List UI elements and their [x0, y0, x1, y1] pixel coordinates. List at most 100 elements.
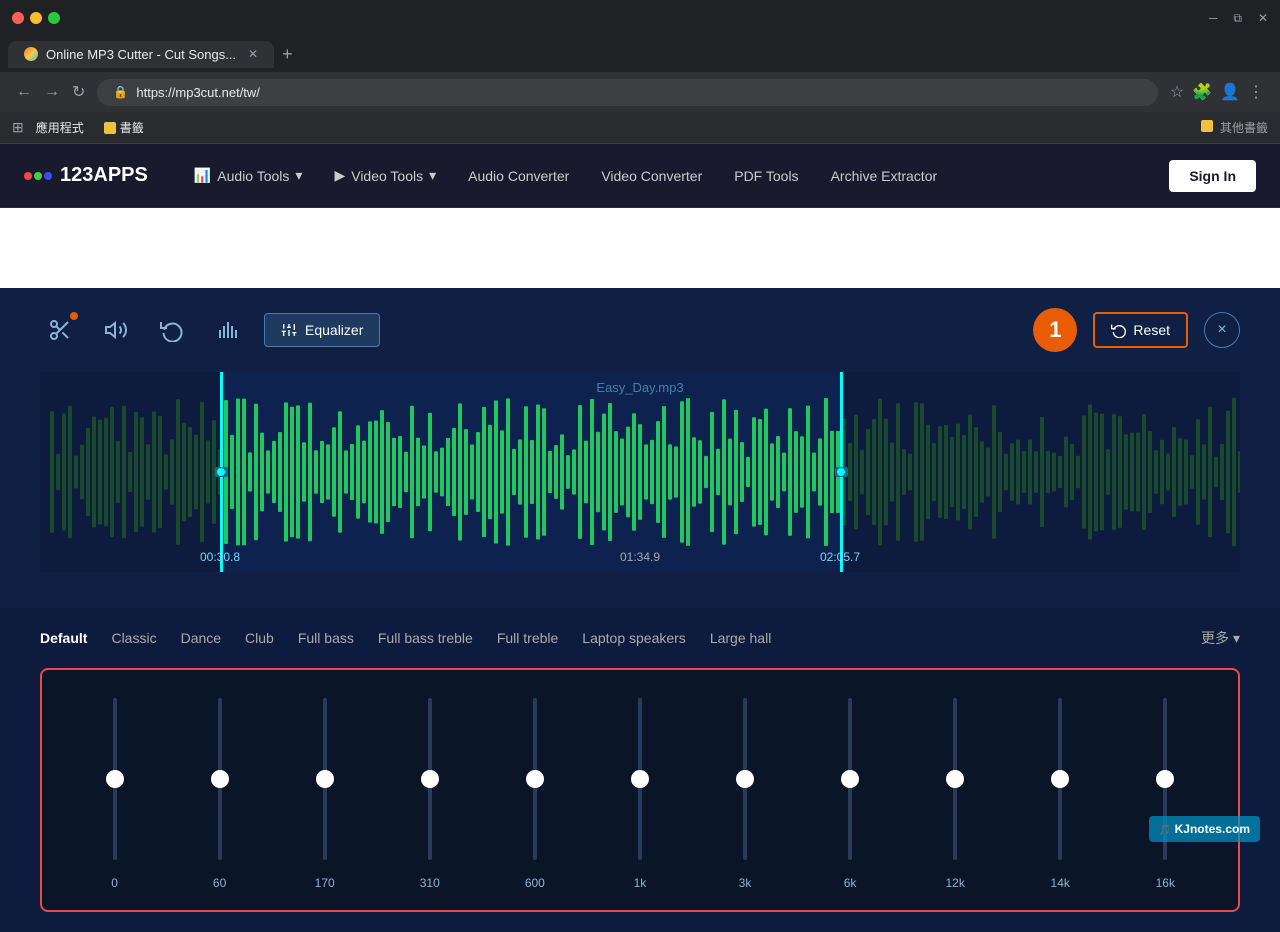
active-tab[interactable]: Online MP3 Cutter - Cut Songs... ✕: [8, 41, 274, 68]
nav-audio-tools[interactable]: 📊 Audio Tools ▾: [180, 159, 317, 192]
logo-dot-blue: [44, 172, 52, 180]
close-window-icon[interactable]: ✕: [1258, 11, 1268, 26]
logo-text: 123APPS: [60, 164, 148, 187]
sign-in-button[interactable]: Sign In: [1169, 160, 1256, 192]
nav-pdf-tools-label: PDF Tools: [734, 168, 798, 184]
visualizer-button[interactable]: [208, 310, 248, 350]
preset-full-treble[interactable]: Full treble: [497, 630, 558, 646]
eq-sliders-container: 0601703106001k3k6k12k14k16k: [40, 668, 1240, 912]
nav-audio-tools-label: Audio Tools: [217, 168, 289, 184]
bookmark-apps[interactable]: 應用程式: [28, 115, 92, 140]
center-time: 01:34.9: [620, 550, 660, 564]
cut-button[interactable]: [40, 310, 80, 350]
preset-club[interactable]: Club: [245, 630, 274, 646]
preset-large-hall[interactable]: Large hall: [710, 630, 772, 646]
menu-icon[interactable]: ⋮: [1248, 82, 1264, 102]
eq-band-16k: 16k: [1135, 690, 1195, 890]
left-time: 00:30.8: [200, 550, 240, 564]
reverse-button[interactable]: [152, 310, 192, 350]
step-number: 1: [1033, 308, 1077, 352]
refresh-button[interactable]: ↻: [72, 82, 85, 102]
preset-dance[interactable]: Dance: [181, 630, 221, 646]
minimize-dot[interactable]: [30, 12, 42, 24]
nav-video-converter[interactable]: Video Converter: [587, 160, 716, 192]
maximize-dot[interactable]: [48, 12, 60, 24]
eq-thumb-60[interactable]: [211, 770, 229, 788]
url-bar[interactable]: 🔒 https://mp3cut.net/tw/: [97, 79, 1157, 106]
eq-band-0: 0: [85, 690, 145, 890]
logo-dot-green: [34, 172, 42, 180]
equalizer-button[interactable]: Equalizer: [264, 313, 380, 347]
preset-full-bass-treble[interactable]: Full bass treble: [378, 630, 473, 646]
profile-icon[interactable]: 👤: [1220, 82, 1240, 102]
audio-bars-icon: 📊: [194, 167, 211, 184]
eq-sliders: 0601703106001k3k6k12k14k16k: [62, 690, 1218, 890]
audio-tools-chevron-icon: ▾: [295, 167, 302, 184]
volume-button[interactable]: [96, 310, 136, 350]
preset-default[interactable]: Default: [40, 630, 87, 646]
logo[interactable]: 123APPS: [24, 164, 148, 187]
eq-band-3k: 3k: [715, 690, 775, 890]
more-label: 更多: [1201, 628, 1229, 648]
eq-thumb-170[interactable]: [316, 770, 334, 788]
nav-video-tools-label: Video Tools: [351, 168, 423, 184]
extensions-icon[interactable]: 🧩: [1192, 82, 1212, 102]
minimize-icon[interactable]: ─: [1209, 11, 1218, 26]
bookmark-reading-list[interactable]: 書籤: [96, 115, 152, 140]
eq-track-6k[interactable]: [848, 698, 852, 860]
tab-title: Online MP3 Cutter - Cut Songs...: [46, 47, 236, 62]
eq-thumb-0[interactable]: [106, 770, 124, 788]
eq-label-3k: 3k: [739, 876, 752, 890]
eq-track-60[interactable]: [218, 698, 222, 860]
url-text: https://mp3cut.net/tw/: [136, 85, 260, 100]
eq-thumb-1k[interactable]: [631, 770, 649, 788]
apps-grid-icon[interactable]: ⊞: [12, 119, 24, 136]
logo-dots: [24, 172, 52, 180]
eq-thumb-14k[interactable]: [1051, 770, 1069, 788]
eq-band-310: 310: [400, 690, 460, 890]
eq-track-3k[interactable]: [743, 698, 747, 860]
reset-button[interactable]: Reset: [1093, 312, 1188, 348]
preset-full-bass[interactable]: Full bass: [298, 630, 354, 646]
tab-bar: Online MP3 Cutter - Cut Songs... ✕ +: [0, 36, 1280, 72]
right-time: 02:05.7: [820, 550, 860, 564]
more-presets-button[interactable]: 更多 ▾: [1201, 628, 1240, 648]
reset-label: Reset: [1133, 322, 1170, 338]
nav-audio-converter-label: Audio Converter: [468, 168, 569, 184]
nav-audio-converter[interactable]: Audio Converter: [454, 160, 583, 192]
bookmark-star-icon[interactable]: ☆: [1170, 82, 1184, 102]
eq-thumb-3k[interactable]: [736, 770, 754, 788]
eq-label-1k: 1k: [634, 876, 647, 890]
eq-track-12k[interactable]: [953, 698, 957, 860]
eq-track-170[interactable]: [323, 698, 327, 860]
app-header: 123APPS 📊 Audio Tools ▾ ▶ Video Tools ▾ …: [0, 144, 1280, 208]
address-bar: ← → ↻ 🔒 https://mp3cut.net/tw/ ☆ 🧩 👤 ⋮: [0, 72, 1280, 112]
eq-thumb-12k[interactable]: [946, 770, 964, 788]
forward-button[interactable]: →: [44, 83, 60, 101]
close-button[interactable]: ×: [1204, 312, 1240, 348]
more-chevron-icon: ▾: [1233, 630, 1240, 647]
eq-track-0[interactable]: [113, 698, 117, 860]
other-bookmarks[interactable]: 其他書籤: [1201, 119, 1268, 136]
eq-band-1k: 1k: [610, 690, 670, 890]
back-button[interactable]: ←: [16, 83, 32, 101]
preset-laptop-speakers[interactable]: Laptop speakers: [582, 630, 686, 646]
eq-thumb-16k[interactable]: [1156, 770, 1174, 788]
nav-menu: 📊 Audio Tools ▾ ▶ Video Tools ▾ Audio Co…: [180, 159, 1169, 192]
close-dot[interactable]: [12, 12, 24, 24]
bookmark-apps-label: 應用程式: [36, 119, 84, 136]
eq-thumb-310[interactable]: [421, 770, 439, 788]
restore-icon[interactable]: ⧉: [1233, 11, 1242, 26]
eq-track-1k[interactable]: [638, 698, 642, 860]
eq-track-600[interactable]: [533, 698, 537, 860]
eq-thumb-6k[interactable]: [841, 770, 859, 788]
nav-pdf-tools[interactable]: PDF Tools: [720, 160, 812, 192]
tab-close-icon[interactable]: ✕: [248, 47, 258, 61]
new-tab-icon[interactable]: +: [282, 44, 293, 65]
eq-track-14k[interactable]: [1058, 698, 1062, 860]
nav-video-tools[interactable]: ▶ Video Tools ▾: [320, 159, 450, 192]
preset-classic[interactable]: Classic: [111, 630, 156, 646]
nav-archive-extractor[interactable]: Archive Extractor: [817, 160, 952, 192]
eq-track-310[interactable]: [428, 698, 432, 860]
eq-thumb-600[interactable]: [526, 770, 544, 788]
